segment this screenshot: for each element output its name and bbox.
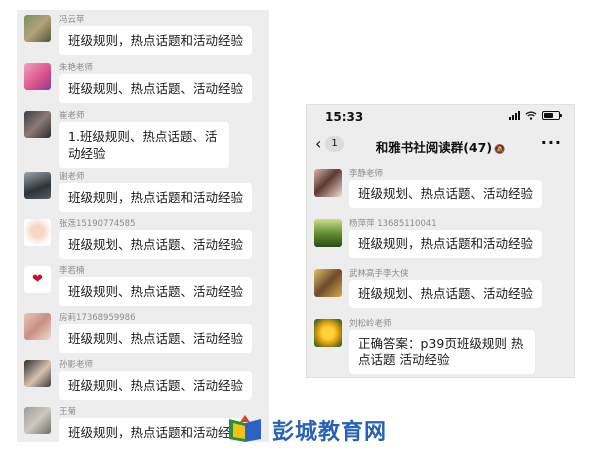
avatar[interactable]: ❤ bbox=[24, 266, 51, 293]
more-icon[interactable]: ··· bbox=[541, 133, 562, 152]
message-bubble[interactable]: 班级规则，热点话题和活动经验 bbox=[349, 230, 543, 258]
signal-icon bbox=[509, 111, 520, 120]
message-bubble[interactable]: 班级规划、热点话题、活动经验 bbox=[59, 230, 253, 259]
message-bubble[interactable]: 班级规则、热点话题、活动经验 bbox=[59, 277, 253, 306]
message-bubble[interactable]: 班级规则、热点话题、活动经验 bbox=[59, 324, 253, 353]
avatar[interactable] bbox=[314, 319, 342, 347]
left-chat-panel: 冯云苹 班级规则，热点话题和活动经验 朱艳老师 班级规则、热点话题、活动经验 崔… bbox=[17, 10, 269, 442]
message-bubble[interactable]: 班级规划、热点话题、活动经验 bbox=[349, 180, 543, 208]
avatar[interactable] bbox=[24, 15, 51, 42]
avatar[interactable] bbox=[24, 219, 51, 246]
avatar[interactable] bbox=[314, 169, 342, 197]
chat-nav-bar: ‹ 1 和雅书社阅读群(47) 🔕 ··· bbox=[307, 131, 574, 159]
sender-name: 武林高手李大侠 bbox=[349, 269, 409, 279]
sender-name: 刘松岭老师 bbox=[349, 319, 392, 329]
sender-name: 张莲15190774585 bbox=[59, 219, 136, 229]
sender-name: 孙影老师 bbox=[59, 360, 94, 370]
sender-name: 王菊 bbox=[59, 407, 77, 417]
message-bubble[interactable]: 正确答案：p39页班级规则 热点话题 活动经验 bbox=[349, 330, 535, 374]
avatar[interactable] bbox=[24, 360, 51, 387]
wifi-icon bbox=[525, 111, 537, 120]
status-time: 15:33 bbox=[325, 110, 364, 124]
message-bubble[interactable]: 班级规则，热点话题和活动经验 bbox=[59, 26, 253, 55]
message-bubble[interactable]: 班级规划、热点话题、活动经验 bbox=[349, 280, 543, 308]
battery-icon bbox=[542, 111, 562, 120]
book-logo-icon bbox=[229, 415, 261, 442]
status-bar: 15:33 bbox=[307, 105, 574, 129]
sender-name: 谢老师 bbox=[59, 172, 85, 182]
avatar[interactable] bbox=[24, 407, 51, 434]
avatar[interactable] bbox=[24, 63, 51, 90]
watermark-logo: 彭城教育网 bbox=[226, 411, 386, 445]
message-bubble[interactable]: 班级规则、热点话题、活动经验 bbox=[59, 74, 253, 103]
status-icons bbox=[509, 111, 562, 120]
message-bubble[interactable]: 1.班级规则、热点话题、活动经验 bbox=[59, 122, 229, 168]
avatar[interactable] bbox=[24, 313, 51, 340]
message-bubble[interactable]: 班级规则、热点话题、活动经验 bbox=[59, 371, 253, 400]
sender-name: 朱艳老师 bbox=[59, 63, 94, 73]
avatar[interactable] bbox=[314, 269, 342, 297]
sender-name: 崔老师 bbox=[59, 111, 85, 121]
sender-name: 杨萍萍 13685110041 bbox=[349, 219, 437, 229]
avatar[interactable] bbox=[24, 111, 51, 138]
avatar[interactable] bbox=[314, 219, 342, 247]
sender-name: 李若楠 bbox=[59, 266, 85, 276]
chat-title-wrap: 和雅书社阅读群(47) 🔕 bbox=[307, 137, 574, 156]
sender-name: 房莉17368959986 bbox=[59, 313, 136, 323]
watermark-text: 彭城教育网 bbox=[272, 420, 388, 445]
message-bubble[interactable]: 班级规则，热点话题和活动经验 bbox=[59, 418, 253, 442]
chat-title: 和雅书社阅读群(47) bbox=[375, 140, 493, 155]
phone-chat-panel: 15:33 ‹ 1 和雅书社阅读群(47) 🔕 ··· 李静老师 班级规划、热点… bbox=[306, 104, 575, 378]
sender-name: 冯云苹 bbox=[59, 15, 85, 25]
mute-bell-icon: 🔕 bbox=[494, 145, 506, 155]
sender-name: 李静老师 bbox=[349, 169, 384, 179]
message-bubble[interactable]: 班级规则，热点话题和活动经验 bbox=[59, 183, 253, 212]
avatar[interactable] bbox=[24, 172, 51, 199]
